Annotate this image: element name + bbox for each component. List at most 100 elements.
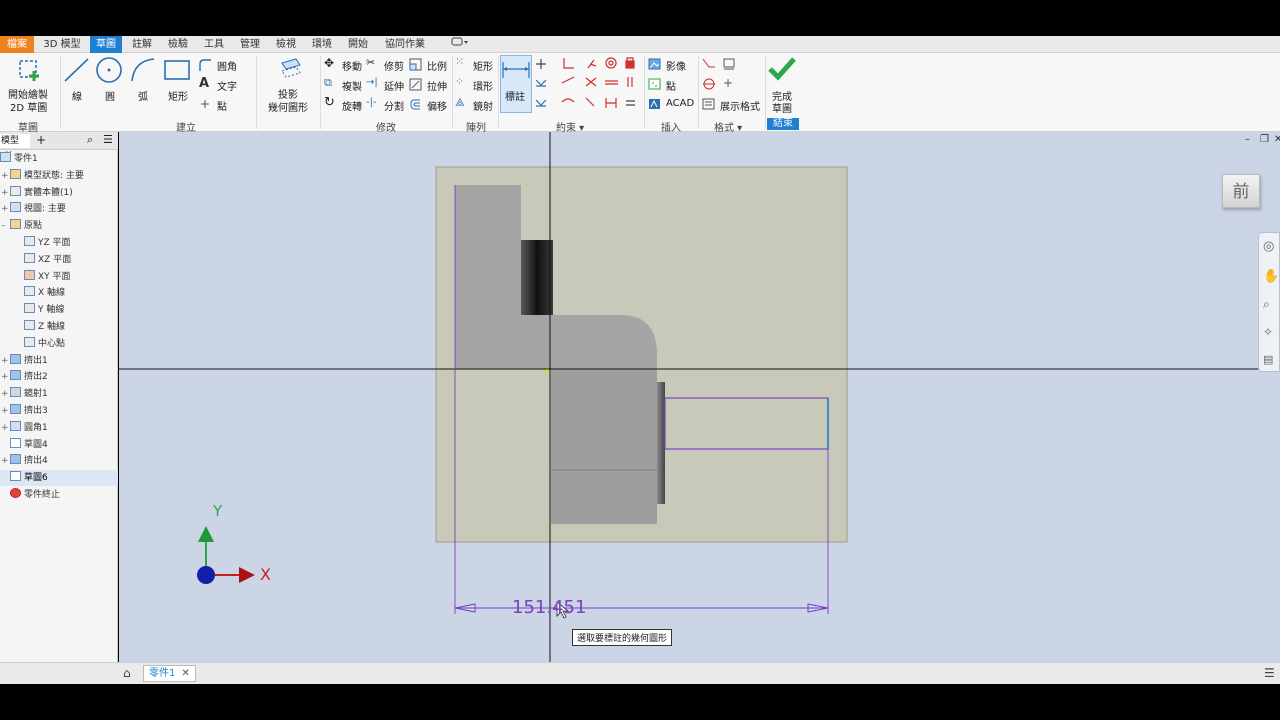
trim-button[interactable]: ✂ 修剪 [366, 56, 408, 73]
expand-icon[interactable]: – [1, 218, 6, 234]
tab-sketch[interactable]: 草圖 [90, 36, 122, 53]
tab-annotate[interactable]: 註解 [126, 36, 158, 53]
menu-icon[interactable]: ☰ [103, 133, 113, 146]
dimension-value[interactable]: 151.451 [512, 597, 586, 618]
stretch-button[interactable]: 拉伸 [409, 77, 451, 93]
tab-extra-dropdown[interactable] [448, 36, 472, 53]
tree-item-label: Z 軸線 [38, 322, 66, 332]
tab-environments[interactable]: 環境 [306, 36, 338, 53]
start-2d-sketch-button[interactable]: 開始繪製 2D 草圖 [4, 55, 56, 115]
dimension-button[interactable]: 標註 [500, 55, 532, 113]
tree-item-center-point[interactable]: 中心點 [0, 336, 118, 352]
rectangle-button[interactable]: 矩形 [162, 55, 194, 105]
tree-item-extrude1[interactable]: + 擠出1 [0, 353, 118, 369]
tree-item-extrude4[interactable]: + 擠出4 [0, 453, 118, 469]
arc-button[interactable]: 弧 [128, 55, 158, 105]
tab-manage[interactable]: 管理 [234, 36, 266, 53]
menu-icon[interactable]: ☰ [1264, 666, 1275, 680]
zoom-icon[interactable]: ⌕ [1263, 297, 1270, 312]
expand-icon[interactable]: + [1, 353, 9, 369]
finish-sketch-button[interactable]: 完成 草圖 [766, 55, 800, 115]
tab-tools[interactable]: 工具 [198, 36, 230, 53]
restore-icon[interactable]: ❐ [1260, 134, 1269, 145]
tree-item-solid-bodies[interactable]: + 實體本體(1) [0, 185, 118, 201]
expand-icon[interactable]: + [1, 453, 9, 469]
tree-item-y-axis[interactable]: Y 軸線 [0, 302, 118, 318]
center-point-button[interactable] [722, 57, 740, 73]
home-icon[interactable]: ⌂ [123, 666, 131, 680]
center-mark-button[interactable]: + [722, 76, 740, 93]
extend-button[interactable]: →| 延伸 [366, 77, 408, 93]
tab-file[interactable]: 檔案 [0, 36, 34, 53]
tab-view[interactable]: 檢視 [270, 36, 302, 53]
tree-item-fillet1[interactable]: + 圓角1 [0, 420, 118, 436]
tree-item-label: 擠出1 [24, 355, 48, 366]
copy-button[interactable]: ⧉ 複製 [324, 76, 366, 93]
construction-button[interactable] [702, 57, 720, 73]
tree-item-extrude2[interactable]: + 擠出2 [0, 369, 118, 385]
point-button[interactable]: + 點 [198, 97, 250, 113]
tree-item-xz-plane[interactable]: XZ 平面 [0, 252, 118, 268]
steering-wheel-icon[interactable]: ◎ [1263, 239, 1274, 254]
close-window-icon[interactable]: ✕ [1274, 134, 1280, 145]
add-tab-icon[interactable]: + [36, 133, 46, 147]
tree-node-icon [10, 454, 21, 465]
doc-tab-part1[interactable]: 零件1 ✕ [143, 665, 196, 682]
show-format-button[interactable]: 展示格式 [702, 97, 764, 113]
tree-item-sketch4[interactable]: 草圖4 [0, 437, 118, 453]
tree-item-yz-plane[interactable]: YZ 平面 [0, 235, 118, 251]
split-button[interactable]: -|- 分割 [366, 97, 408, 113]
tab-3d-model[interactable]: 3D 模型 [36, 36, 88, 53]
minimize-icon[interactable]: – [1245, 134, 1250, 145]
tab-inspect[interactable]: 檢驗 [162, 36, 194, 53]
circle-button[interactable]: 圓 [94, 55, 126, 105]
viewcube[interactable]: 前 [1222, 174, 1260, 208]
move-button[interactable]: ✥ 移動 [324, 56, 366, 73]
browser-tab-model[interactable]: 模型✕ [0, 134, 30, 160]
tab-collaborate[interactable]: 協同作業 [380, 36, 430, 53]
expand-icon[interactable]: + [1, 168, 9, 184]
tree-item-view[interactable]: + 視圖: 主要 [0, 201, 118, 217]
search-icon[interactable]: ⌕ [87, 133, 93, 147]
line-button[interactable]: 線 [62, 55, 92, 105]
expand-icon[interactable]: + [1, 369, 9, 385]
look-at-icon[interactable]: ▤ [1263, 353, 1273, 366]
tree-item-x-axis[interactable]: X 軸線 [0, 285, 118, 301]
tree-item-label: 圓角1 [24, 422, 48, 433]
tree-item-z-axis[interactable]: Z 軸線 [0, 319, 118, 335]
image-button[interactable]: 影像 [648, 57, 696, 73]
tree-item-sketch6[interactable]: 草圖6 [0, 470, 118, 487]
text-button[interactable]: A 文字 [198, 76, 250, 93]
offset-icon [410, 99, 420, 110]
fillet-button[interactable]: 圓角 [198, 57, 250, 73]
rotate-button[interactable]: ↻ 旋轉 [324, 95, 366, 113]
rectangular-pattern-button[interactable]: ⁙ 矩形 [455, 55, 497, 73]
triad-x-arrow [239, 567, 255, 583]
acad-button[interactable]: ACAD [648, 97, 696, 113]
offset-button[interactable]: 偏移 [409, 97, 451, 113]
graphics-window[interactable]: Y X 151.451 選取要標註的幾何圖形 前 – ❐ ✕ ◎ ✋ ⌕ ✧ ▤ [119, 132, 1280, 662]
points-button[interactable]: 點 [648, 77, 696, 93]
separator [644, 56, 645, 129]
tree-item-part1[interactable]: 零件1 [0, 151, 118, 167]
close-icon[interactable]: ✕ [181, 668, 189, 679]
orbit-icon[interactable]: ✧ [1263, 325, 1273, 339]
tree-item-model-state[interactable]: + 模型狀態: 主要 [0, 168, 118, 184]
expand-icon[interactable]: + [1, 386, 9, 402]
pan-icon[interactable]: ✋ [1263, 269, 1279, 284]
tree-item-extrude3[interactable]: + 擠出3 [0, 403, 118, 419]
scale-button[interactable]: 比例 [409, 57, 451, 73]
expand-icon[interactable]: + [1, 420, 9, 436]
centerline-button[interactable] [702, 77, 720, 93]
mirror-button[interactable]: ⟁ 鏡射 [455, 96, 497, 113]
tree-item-origin[interactable]: – 原點 [0, 218, 118, 234]
circular-pattern-button[interactable]: ⁘ 環形 [455, 75, 497, 93]
tree-item-mirror1[interactable]: + 鏡射1 [0, 386, 118, 402]
expand-icon[interactable]: + [1, 185, 9, 201]
expand-icon[interactable]: + [1, 201, 9, 217]
project-geometry-button[interactable]: 投影 幾何圖形 [262, 55, 318, 115]
tab-get-started[interactable]: 開始 [342, 36, 374, 53]
tree-item-end-of-part[interactable]: 零件終止 [0, 487, 118, 503]
expand-icon[interactable]: + [1, 403, 9, 419]
tree-item-xy-plane[interactable]: XY 平面 [0, 269, 118, 285]
